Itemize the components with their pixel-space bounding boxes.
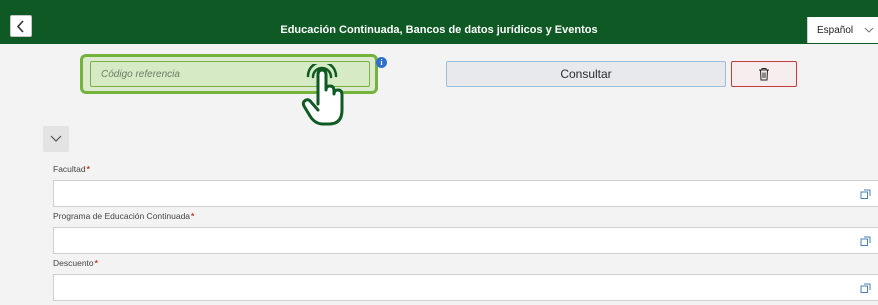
required-marker: *	[191, 211, 195, 221]
hand-pointer-icon	[301, 64, 344, 126]
required-marker: *	[94, 258, 98, 268]
program-field[interactable]	[53, 227, 878, 254]
value-help-icon[interactable]	[860, 283, 871, 294]
info-icon[interactable]: i	[376, 57, 387, 68]
discount-field[interactable]	[53, 274, 878, 301]
faculty-label-text: Facultad	[53, 164, 86, 174]
chevron-down-icon	[864, 27, 874, 33]
page-title: Educación Continuada, Bancos de datos ju…	[280, 24, 598, 36]
trash-icon	[759, 68, 769, 81]
discount-label-text: Descuento	[53, 258, 94, 268]
faculty-field[interactable]	[53, 180, 878, 207]
collapse-toggle-button[interactable]	[43, 126, 69, 152]
program-label-text: Programa de Educación Continuada	[53, 211, 191, 221]
value-help-icon[interactable]	[860, 189, 871, 200]
delete-button[interactable]	[731, 61, 797, 87]
required-marker: *	[86, 164, 90, 174]
discount-label: Descuento*	[53, 258, 98, 268]
program-label: Programa de Educación Continuada*	[53, 211, 194, 221]
chevron-down-icon	[50, 135, 62, 142]
value-help-icon[interactable]	[860, 236, 871, 247]
faculty-label: Facultad*	[53, 164, 90, 174]
language-select[interactable]: Español	[807, 17, 878, 43]
app-header: Educación Continuada, Bancos de datos ju…	[0, 0, 878, 44]
consult-button[interactable]: Consultar	[446, 61, 726, 87]
language-selected-value: Español	[817, 25, 854, 36]
